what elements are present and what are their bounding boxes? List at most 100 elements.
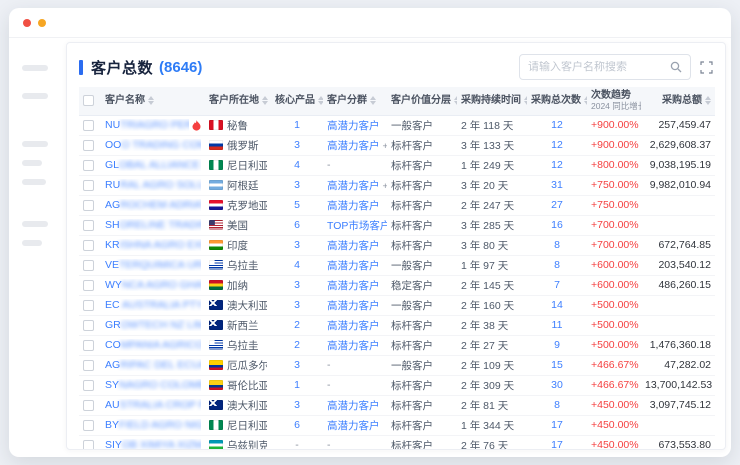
row-checkbox[interactable] [83, 200, 94, 211]
purchase-count-link[interactable]: 9 [554, 339, 560, 351]
customer-name-link[interactable]: SYNAGRO COLOMBIA S.A.S [105, 379, 201, 391]
column-header-count[interactable]: 采购总次数 [527, 87, 587, 115]
purchase-count-link[interactable]: 17 [551, 419, 563, 431]
customer-name-link[interactable]: WYNCA AGRO GHANA LIMITED [105, 279, 201, 291]
purchase-count-link[interactable]: 14 [551, 299, 563, 311]
table-row[interactable]: SIYOB XIMIYA XIZMATI X乌兹别克斯坦--标杆客户2 年 76… [79, 435, 715, 450]
purchase-count-link[interactable]: 8 [554, 239, 560, 251]
customer-segment-link[interactable]: 高潜力客户 [327, 180, 380, 192]
customer-name-link[interactable]: RURAL AGRO SOLUTIONS S.A. [105, 179, 201, 191]
row-checkbox[interactable] [83, 240, 94, 251]
sort-icon[interactable] [370, 96, 376, 105]
table-row[interactable]: GLOBAL ALLIANCE FOR CHEMICA尼日利亚4-标杆客户1 年… [79, 155, 715, 175]
core-products-link[interactable]: 5 [294, 199, 300, 211]
customer-segment-link[interactable]: 高潜力客户 [327, 320, 380, 332]
core-products-link[interactable]: 3 [294, 279, 300, 291]
search-input[interactable] [528, 61, 666, 73]
customer-segment-link[interactable]: 高潜力客户 [327, 200, 380, 212]
core-products-link[interactable]: 1 [294, 379, 300, 391]
core-products-link[interactable]: 4 [294, 159, 300, 171]
table-row[interactable]: SYNAGRO COLOMBIA S.A.S哥伦比亚1-标杆客户2 年 309 … [79, 375, 715, 395]
customer-segment-link[interactable]: 高潜力客户 [327, 280, 380, 292]
window-close-button[interactable] [23, 19, 31, 27]
core-products-link[interactable]: 6 [294, 219, 300, 231]
core-products-link[interactable]: 3 [294, 399, 300, 411]
table-row[interactable]: OOO TRADING COMPANY LLC俄罗斯3高潜力客户+1标杆客户3 … [79, 135, 715, 155]
core-products-link[interactable]: 2 [294, 319, 300, 331]
table-row[interactable]: EC AUSTRALIA PTY LIMITED澳大利亚3高潜力客户一般客户2 … [79, 295, 715, 315]
core-products-link[interactable]: 3 [294, 359, 300, 371]
row-checkbox[interactable] [83, 120, 94, 131]
row-checkbox[interactable] [83, 380, 94, 391]
column-header-total[interactable]: 采购总额 [641, 87, 715, 115]
customer-segment-link[interactable]: TOP市场客户 [327, 220, 387, 232]
row-checkbox[interactable] [83, 400, 94, 411]
sort-icon[interactable] [705, 96, 711, 105]
customer-name-link[interactable]: EC AUSTRALIA PTY LIMITED [105, 299, 201, 311]
customer-name-link[interactable]: GROWTECH NZ LIMITED [105, 319, 201, 331]
table-row[interactable]: RURAL AGRO SOLUTIONS S.A.阿根廷3高潜力客户+1标杆客户… [79, 175, 715, 195]
customer-name-link[interactable]: OOO TRADING COMPANY LLC [105, 139, 201, 151]
customer-segment-link[interactable]: 高潜力客户 [327, 120, 380, 132]
row-checkbox[interactable] [83, 180, 94, 191]
purchase-count-link[interactable]: 8 [554, 259, 560, 271]
row-checkbox[interactable] [83, 440, 94, 450]
select-all-checkbox[interactable] [83, 95, 94, 106]
customer-name-link[interactable]: AGRIPAC DEL ECUADOR S.A. [105, 359, 201, 371]
customer-segment-link[interactable]: 高潜力客户 [327, 340, 380, 352]
row-checkbox[interactable] [83, 280, 94, 291]
purchase-count-link[interactable]: 8 [554, 399, 560, 411]
core-products-link[interactable]: 6 [294, 419, 300, 431]
sort-icon[interactable] [584, 96, 587, 105]
table-row[interactable]: COMPANIA AGRICOLA ORIENTAL R乌拉圭2高潜力客户标杆客… [79, 335, 715, 355]
core-products-link[interactable]: 3 [294, 139, 300, 151]
row-checkbox[interactable] [83, 320, 94, 331]
customer-name-link[interactable]: AGROCHEM ADRIATIC D.O.O. [105, 199, 201, 211]
table-row[interactable]: BYFIELD AGRO NIGERIA LTD尼日利亚6高潜力客户标杆客户1 … [79, 415, 715, 435]
table-row[interactable]: NUTRIAGRO PERU S.A.C秘鲁1高潜力客户一般客户2 年 118 … [79, 115, 715, 135]
table-row[interactable]: VETERQUIMICA URUGUAY S.A.乌拉圭4高潜力客户一般客户1 … [79, 255, 715, 275]
customer-segment-link[interactable]: 高潜力客户 [327, 260, 380, 272]
purchase-count-link[interactable]: 27 [551, 199, 563, 211]
customer-name-link[interactable]: SIYOB XIMIYA XIZMATI X [105, 439, 201, 450]
purchase-count-link[interactable]: 16 [551, 219, 563, 231]
row-checkbox[interactable] [83, 220, 94, 231]
core-products-link[interactable]: 2 [294, 339, 300, 351]
column-header-tier[interactable]: 客户价值分层 [387, 87, 457, 115]
column-header-duration[interactable]: 采购持续时间 [457, 87, 527, 115]
customer-name-link[interactable]: COMPANIA AGRICOLA ORIENTAL R [105, 339, 201, 351]
purchase-count-link[interactable]: 12 [551, 159, 563, 171]
customer-segment-link[interactable]: 高潜力客户 [327, 300, 380, 312]
table-row[interactable]: AGROCHEM ADRIATIC D.O.O.克罗地亚5高潜力客户标杆客户2 … [79, 195, 715, 215]
purchase-count-link[interactable]: 12 [551, 139, 563, 151]
row-checkbox[interactable] [83, 300, 94, 311]
row-checkbox[interactable] [83, 160, 94, 171]
purchase-count-link[interactable]: 7 [554, 279, 560, 291]
row-checkbox[interactable] [83, 340, 94, 351]
customer-segment-link[interactable]: 高潜力客户 [327, 240, 380, 252]
customer-name-link[interactable]: SHORELINE TRADING GROUP INC [105, 219, 201, 231]
table-row[interactable]: GROWTECH NZ LIMITED新西兰2高潜力客户标杆客户2 年 38 天… [79, 315, 715, 335]
purchase-count-link[interactable]: 15 [551, 359, 563, 371]
customer-segment-link[interactable]: 高潜力客户 [327, 420, 380, 432]
table-row[interactable]: KRISHNA AGRO EXPORTS PVT LTD印度3高潜力客户标杆客户… [79, 235, 715, 255]
column-header-segment[interactable]: 客户分群 [323, 87, 387, 115]
core-products-link[interactable]: 3 [294, 179, 300, 191]
row-checkbox[interactable] [83, 140, 94, 151]
purchase-count-link[interactable]: 12 [551, 119, 563, 131]
window-minimize-button[interactable] [38, 19, 46, 27]
sort-icon[interactable] [262, 96, 268, 105]
purchase-count-link[interactable]: 17 [551, 439, 563, 450]
sort-icon[interactable] [454, 96, 457, 105]
row-checkbox[interactable] [83, 260, 94, 271]
core-products-link[interactable]: 3 [294, 239, 300, 251]
row-checkbox[interactable] [83, 420, 94, 431]
customer-segment-link[interactable]: 高潜力客户 [327, 140, 380, 152]
core-products-link[interactable]: 1 [294, 119, 300, 131]
sort-icon[interactable] [524, 96, 527, 105]
purchase-count-link[interactable]: 30 [551, 379, 563, 391]
customer-name-link[interactable]: KRISHNA AGRO EXPORTS PVT LTD [105, 239, 201, 251]
customer-name-link[interactable]: AUSTRALIA CROP PROTECTION P [105, 399, 201, 411]
column-header-location[interactable]: 客户所在地 [205, 87, 271, 115]
sort-icon[interactable] [318, 96, 323, 105]
